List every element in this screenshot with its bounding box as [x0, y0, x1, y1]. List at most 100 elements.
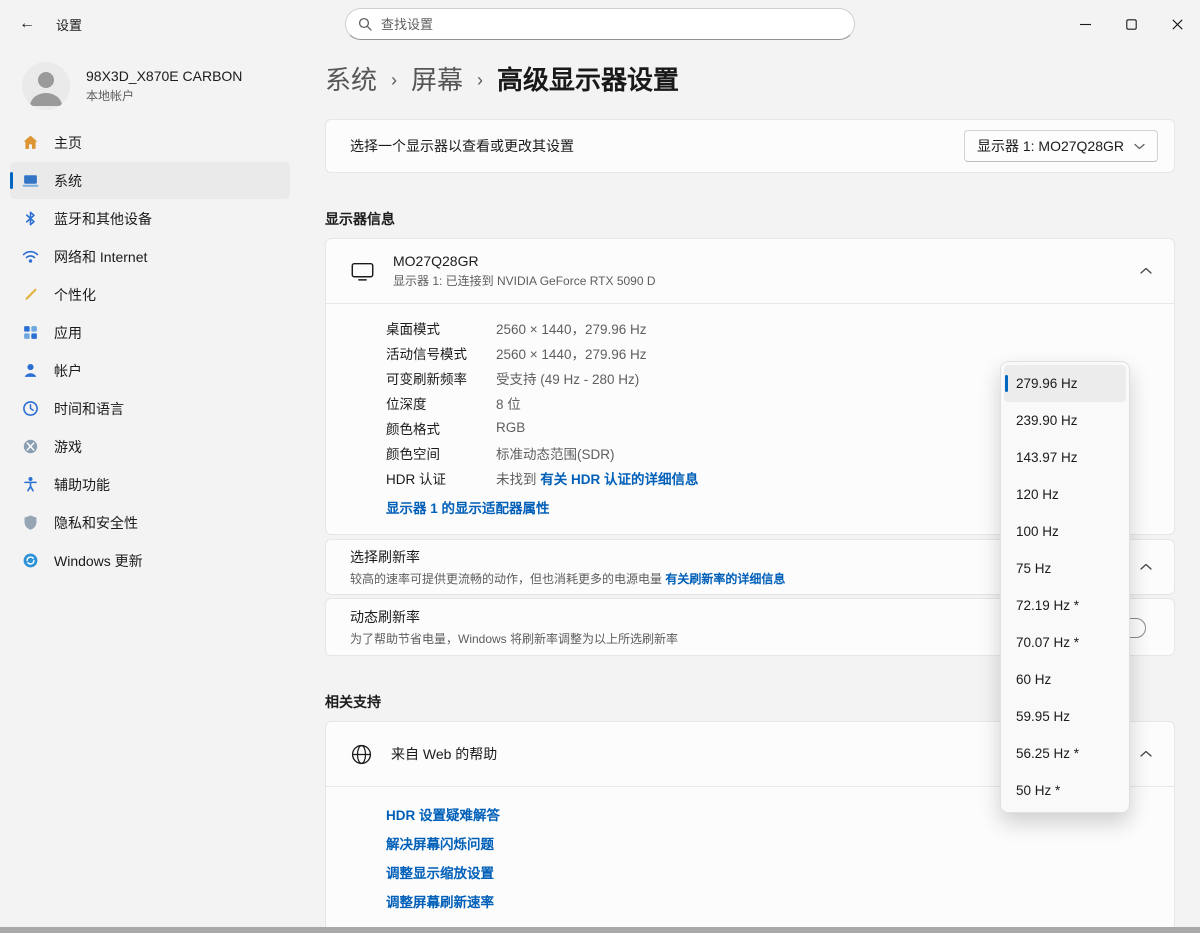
- display-adapter-link[interactable]: 显示器 1 的显示适配器属性: [386, 497, 550, 517]
- hdr-certification-link[interactable]: 有关 HDR 认证的详细信息: [540, 472, 698, 487]
- user-name: 98X3D_X870E CARBON: [86, 68, 243, 84]
- detail-label: 颜色空间: [386, 446, 440, 462]
- dynamic-refresh-title: 动态刷新率: [350, 609, 420, 625]
- avatar: [22, 62, 70, 110]
- person-icon: [22, 362, 39, 379]
- maximize-button[interactable]: [1108, 0, 1154, 48]
- breadcrumb-display[interactable]: 屏幕: [411, 60, 463, 97]
- detail-row: 桌面模式 2560 × 1440，279.96 Hz: [386, 315, 1150, 340]
- sidebar-item-label: 隐私和安全性: [54, 514, 138, 531]
- chevron-up-icon[interactable]: [1140, 267, 1152, 275]
- flyout-option[interactable]: 56.25 Hz *: [1004, 735, 1126, 772]
- refresh-rate-subtitle-text: 较高的速率可提供更流畅的动作，但也消耗更多的电源电量: [350, 572, 666, 586]
- back-button[interactable]: ←: [10, 9, 44, 39]
- back-arrow-icon: ←: [19, 15, 35, 32]
- flyout-option[interactable]: 279.96 Hz: [1004, 365, 1126, 402]
- detail-label: 桌面模式: [386, 321, 440, 337]
- refresh-rate-info-link[interactable]: 有关刷新率的详细信息: [665, 572, 785, 586]
- display-select-value: 显示器 1: MO27Q28GR: [976, 138, 1124, 154]
- search-icon: [358, 17, 372, 31]
- sidebar-item-accessibility[interactable]: 辅助功能: [10, 466, 290, 503]
- sidebar-item-time-language[interactable]: 时间和语言: [10, 390, 290, 427]
- sidebar-item-label: 蓝牙和其他设备: [54, 210, 152, 227]
- detail-label: 颜色格式: [386, 421, 440, 437]
- flyout-option[interactable]: 239.90 Hz: [1004, 402, 1126, 439]
- refresh-rate-text: 选择刷新率 较高的速率可提供更流畅的动作，但也消耗更多的电源电量 有关刷新率的详…: [350, 547, 785, 587]
- window-controls: [1062, 0, 1200, 48]
- flyout-option[interactable]: 59.95 Hz: [1004, 698, 1126, 735]
- wifi-icon: [22, 248, 39, 265]
- app-title: 设置: [56, 17, 83, 33]
- xbox-icon: [22, 438, 39, 455]
- flyout-option[interactable]: 75 Hz: [1004, 550, 1126, 587]
- system-icon: [22, 172, 39, 189]
- breadcrumb: 系统 › 屏幕 › 高级显示器设置: [325, 60, 1175, 97]
- refresh-rate-combobox-chevron-icon[interactable]: [1140, 563, 1152, 571]
- sidebar-item-gaming[interactable]: 游戏: [10, 428, 290, 465]
- user-block[interactable]: 98X3D_X870E CARBON 本地帐户: [22, 62, 300, 110]
- window-bottom-edge: [0, 927, 1200, 933]
- display-select-card: 选择一个显示器以查看或更改其设置 显示器 1: MO27Q28GR: [325, 119, 1175, 173]
- sidebar-item-network[interactable]: 网络和 Internet: [10, 238, 290, 275]
- section-display-info: 显示器信息: [325, 211, 395, 227]
- sidebar-item-system[interactable]: 系统: [10, 162, 290, 199]
- globe-icon: [350, 743, 373, 766]
- minimize-button[interactable]: [1062, 0, 1108, 48]
- user-info: 98X3D_X870E CARBON 本地帐户: [86, 68, 242, 104]
- sidebar-item-label: 帐户: [54, 362, 82, 379]
- home-icon: [22, 134, 39, 151]
- sidebar-item-home[interactable]: 主页: [10, 124, 290, 161]
- sidebar-item-label: 时间和语言: [54, 400, 124, 417]
- sidebar-item-windows-update[interactable]: Windows 更新: [10, 542, 290, 579]
- flyout-option[interactable]: 120 Hz: [1004, 476, 1126, 513]
- refresh-rate-flyout: 279.96 Hz 239.90 Hz 143.97 Hz 120 Hz 100…: [1000, 361, 1130, 813]
- detail-label: HDR 认证: [386, 471, 446, 487]
- refresh-rate-subtitle: 较高的速率可提供更流畅的动作，但也消耗更多的电源电量 有关刷新率的详细信息: [350, 570, 785, 587]
- sidebar-item-privacy[interactable]: 隐私和安全性: [10, 504, 290, 541]
- monitor-titles: MO27Q28GR 显示器 1: 已连接到 NVIDIA GeForce RTX…: [393, 253, 656, 289]
- help-link-refresh[interactable]: 调整屏幕刷新速率: [386, 888, 1150, 917]
- display-select-dropdown[interactable]: 显示器 1: MO27Q28GR: [963, 130, 1158, 162]
- sidebar: 98X3D_X870E CARBON 本地帐户 主页 系统 蓝牙和其他设备 网络…: [0, 48, 300, 933]
- sidebar-nav: 主页 系统 蓝牙和其他设备 网络和 Internet 个性化 应用 帐户 时间和…: [0, 124, 300, 579]
- brush-icon: [22, 286, 39, 303]
- dynamic-refresh-text: 动态刷新率 为了帮助节省电量，Windows 将刷新率调整为以上所选刷新率: [350, 607, 678, 647]
- sidebar-item-apps[interactable]: 应用: [10, 314, 290, 351]
- page-title: 高级显示器设置: [497, 65, 680, 95]
- flyout-option[interactable]: 72.19 Hz *: [1004, 587, 1126, 624]
- dynamic-refresh-subtitle: 为了帮助节省电量，Windows 将刷新率调整为以上所选刷新率: [350, 632, 679, 646]
- clock-icon: [22, 400, 39, 417]
- sidebar-item-accounts[interactable]: 帐户: [10, 352, 290, 389]
- chevron-down-icon: [1134, 143, 1145, 150]
- flyout-option[interactable]: 50 Hz *: [1004, 772, 1126, 809]
- update-icon: [22, 552, 39, 569]
- close-button[interactable]: [1154, 0, 1200, 48]
- help-link-flicker[interactable]: 解决屏幕闪烁问题: [386, 830, 1150, 859]
- detail-label: 可变刷新频率: [386, 371, 467, 387]
- sidebar-item-label: 游戏: [54, 438, 82, 455]
- sidebar-item-label: 个性化: [54, 286, 96, 303]
- chevron-up-icon[interactable]: [1140, 750, 1152, 758]
- sidebar-item-label: 主页: [54, 134, 82, 151]
- help-link-scaling[interactable]: 调整显示缩放设置: [386, 859, 1150, 888]
- flyout-option[interactable]: 143.97 Hz: [1004, 439, 1126, 476]
- display-select-label: 选择一个显示器以查看或更改其设置: [350, 138, 574, 154]
- apps-icon: [22, 324, 39, 341]
- refresh-rate-title: 选择刷新率: [350, 549, 420, 565]
- breadcrumb-separator-icon: ›: [477, 69, 484, 90]
- detail-value: 2560 × 1440，279.96 Hz: [496, 321, 647, 337]
- monitor-subtitle: 显示器 1: 已连接到 NVIDIA GeForce RTX 5090 D: [393, 274, 656, 288]
- display-info-header[interactable]: MO27Q28GR 显示器 1: 已连接到 NVIDIA GeForce RTX…: [326, 239, 1174, 303]
- breadcrumb-system[interactable]: 系统: [325, 60, 377, 97]
- flyout-option[interactable]: 70.07 Hz *: [1004, 624, 1126, 661]
- search-input[interactable]: [381, 16, 842, 32]
- flyout-option[interactable]: 100 Hz: [1004, 513, 1126, 550]
- sidebar-item-personalization[interactable]: 个性化: [10, 276, 290, 313]
- detail-label: 活动信号模式: [386, 346, 467, 362]
- flyout-option[interactable]: 60 Hz: [1004, 661, 1126, 698]
- shield-icon: [22, 514, 39, 531]
- detail-value: 2560 × 1440，279.96 Hz: [496, 346, 647, 362]
- help-card-title: 来自 Web 的帮助: [391, 746, 498, 762]
- accessibility-icon: [22, 476, 39, 493]
- sidebar-item-bluetooth[interactable]: 蓝牙和其他设备: [10, 200, 290, 237]
